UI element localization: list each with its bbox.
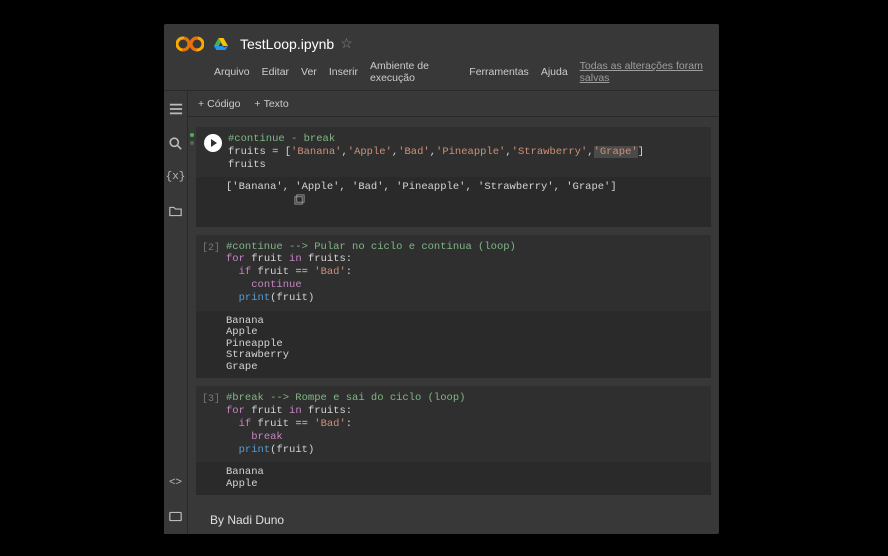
toolbar: +Código +Texto	[188, 91, 719, 117]
code-cell[interactable]: [2] #continue --> Pular no ciclo e conti…	[196, 235, 711, 379]
exec-count: [3]	[202, 394, 220, 405]
add-code-label: Código	[207, 98, 240, 110]
menu-edit[interactable]: Editar	[262, 66, 289, 78]
code-editor[interactable]: #continue - break fruits = ['Banana','Ap…	[228, 133, 711, 171]
menu-runtime[interactable]: Ambiente de execução	[370, 60, 457, 84]
code-snippets-icon[interactable]: <>	[168, 474, 184, 490]
add-text-button[interactable]: + Texto	[254, 98, 288, 110]
cell-output: Banana Apple	[196, 462, 711, 495]
code-editor[interactable]: #continue --> Pular no ciclo e continua …	[226, 241, 711, 305]
code-editor[interactable]: #break --> Rompe e sai do ciclo (loop) f…	[226, 392, 711, 456]
code-input-area[interactable]: #continue - break fruits = ['Banana','Ap…	[196, 127, 711, 177]
colab-logo-icon[interactable]	[176, 34, 204, 54]
code-cell[interactable]: [3] #break --> Rompe e sai do ciclo (loo…	[196, 386, 711, 495]
title-row: TestLoop.ipynb ☆	[214, 35, 353, 52]
menubar: Arquivo Editar Ver Inserir Ambiente de e…	[164, 58, 719, 91]
cell-gutter: [2]	[196, 241, 226, 305]
code-input-area[interactable]: [3] #break --> Rompe e sai do ciclo (loo…	[196, 386, 711, 462]
save-status[interactable]: Todas as alterações foram salvas	[580, 60, 707, 84]
code-input-area[interactable]: [2] #continue --> Pular no ciclo e conti…	[196, 235, 711, 311]
body: {x} <> +Código +Texto	[164, 91, 719, 534]
plus-icon: +	[254, 98, 260, 110]
folder-icon[interactable]	[168, 203, 184, 219]
menu-tools[interactable]: Ferramentas	[469, 66, 529, 78]
plus-icon: +	[198, 98, 204, 110]
text-cell-content: By Nadi Duno	[210, 513, 284, 527]
cell-output: Banana Apple Pineapple Strawberry Grape	[196, 311, 711, 379]
left-sidebar: {x} <>	[164, 91, 188, 534]
search-icon[interactable]	[168, 135, 184, 151]
terminal-icon[interactable]	[168, 508, 184, 524]
main-area: +Código +Texto #continue - break fruits …	[188, 91, 719, 534]
drive-icon	[214, 38, 228, 50]
cell-gutter	[198, 133, 228, 171]
toc-icon[interactable]	[168, 101, 184, 117]
output-text: ['Banana', 'Apple', 'Bad', 'Pineapple', …	[226, 182, 617, 221]
menu-file[interactable]: Arquivo	[214, 66, 250, 78]
header: TestLoop.ipynb ☆	[164, 24, 719, 58]
add-code-button[interactable]: +Código	[198, 98, 240, 110]
cell-gutter: [3]	[196, 392, 226, 456]
run-cell-button[interactable]	[204, 134, 222, 152]
menu-view[interactable]: Ver	[301, 66, 317, 78]
exec-count: [2]	[202, 243, 220, 254]
add-text-label: Texto	[264, 98, 289, 110]
cell-output: ['Banana', 'Apple', 'Bad', 'Pineapple', …	[196, 177, 711, 226]
colab-window: TestLoop.ipynb ☆ Arquivo Editar Ver Inse…	[164, 24, 719, 534]
menu-help[interactable]: Ajuda	[541, 66, 568, 78]
variables-icon[interactable]: {x}	[168, 169, 184, 185]
menu-insert[interactable]: Inserir	[329, 66, 358, 78]
text-cell[interactable]: By Nadi Duno	[196, 503, 711, 534]
star-icon[interactable]: ☆	[340, 35, 353, 52]
output-text: Banana Apple	[226, 467, 264, 490]
notebook-content[interactable]: #continue - break fruits = ['Banana','Ap…	[188, 117, 719, 534]
notebook-title[interactable]: TestLoop.ipynb	[240, 36, 334, 52]
play-icon	[211, 139, 217, 147]
output-text: Banana Apple Pineapple Strawberry Grape	[226, 316, 289, 374]
code-cell[interactable]: #continue - break fruits = ['Banana','Ap…	[196, 127, 711, 227]
